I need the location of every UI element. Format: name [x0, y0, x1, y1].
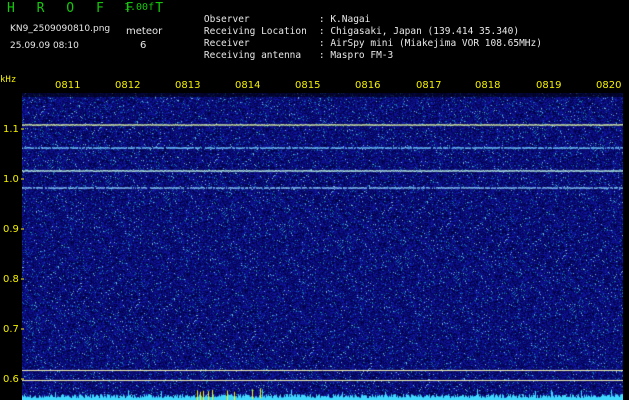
- freq-label-0-7: 0.7: [3, 324, 19, 335]
- hrofft-screen: H R O F F T 1.00f KN9_2509090810.png met…: [0, 0, 629, 400]
- freq-label-0-6: 0.6: [3, 374, 19, 385]
- datetime-label: 25.09.09 08:10: [10, 41, 79, 51]
- spectrogram: [22, 93, 623, 400]
- freq-label-0-9: 0.9: [3, 224, 19, 235]
- meteor-label: meteor: [126, 26, 163, 37]
- freq-label-1-1: 1.1: [3, 124, 19, 135]
- info-label: Receiving antenna: [203, 50, 302, 61]
- time-label-0814: 0814: [235, 80, 261, 91]
- khz-axis-label: kHz: [0, 75, 17, 85]
- time-label-0819: 0819: [536, 80, 562, 91]
- freq-label-0-8: 0.8: [3, 274, 19, 285]
- time-label-0812: 0812: [115, 80, 141, 91]
- meteor-count: 6: [140, 40, 147, 51]
- filename-label: KN9_2509090810.png: [10, 24, 111, 34]
- version-label: 1.00f: [124, 2, 155, 13]
- freq-label-1-0: 1.0: [3, 174, 19, 185]
- time-label-0820: 0820: [596, 80, 622, 91]
- time-label-0817: 0817: [416, 80, 442, 91]
- time-label-0816: 0816: [355, 80, 381, 91]
- info-value: : Maspro FM-3: [318, 50, 394, 61]
- antenna-row: Receiving antenna : Maspro FM-3: [181, 39, 393, 72]
- time-label-0813: 0813: [175, 80, 201, 91]
- time-label-0818: 0818: [475, 80, 501, 91]
- time-label-0815: 0815: [295, 80, 321, 91]
- time-label-0811: 0811: [55, 80, 81, 91]
